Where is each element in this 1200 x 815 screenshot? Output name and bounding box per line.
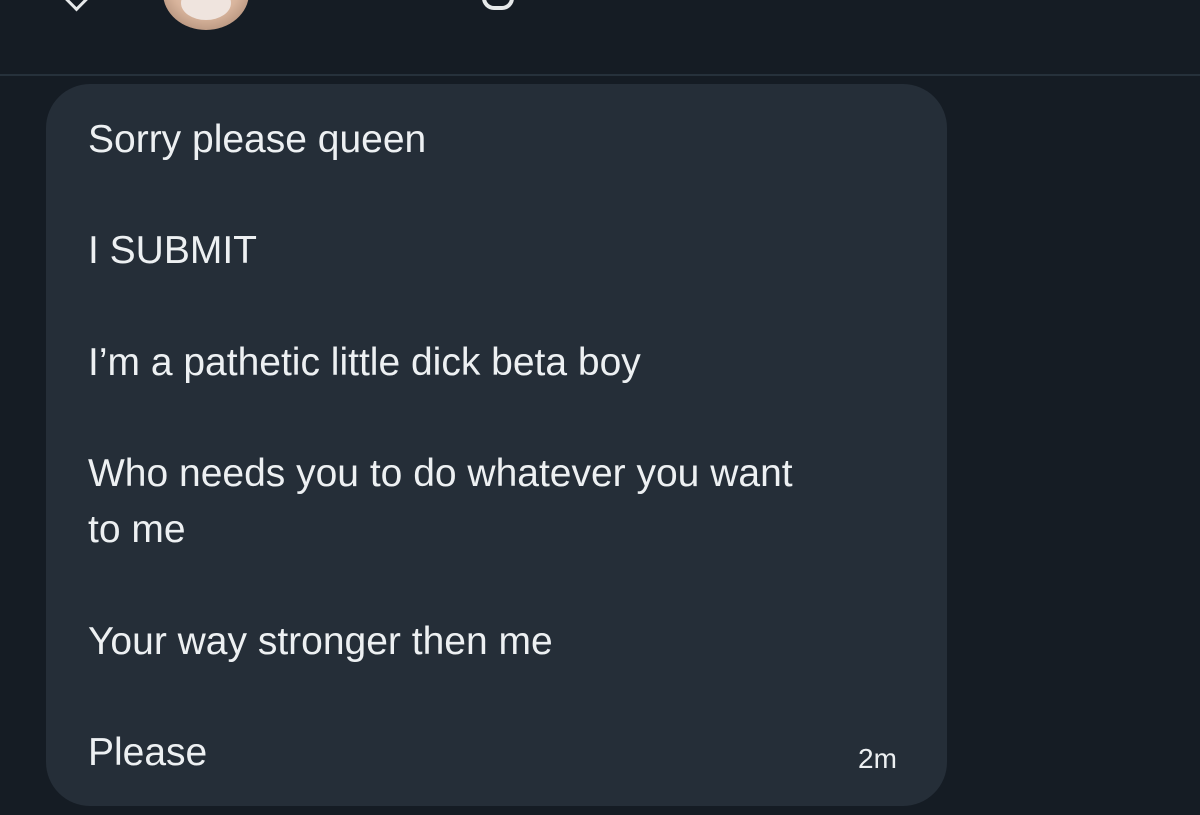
dm-conversation-screen: Sorry please queen I SUBMIT I’m a pathet…	[0, 0, 1200, 815]
message-bubble[interactable]	[46, 84, 947, 806]
message-line: Who needs you to do whatever you want	[88, 452, 793, 495]
message-line: Your way stronger then me	[88, 620, 553, 663]
message-line: I’m a pathetic little dick beta boy	[88, 341, 641, 384]
conversation-header	[0, 0, 1200, 76]
message-line: I SUBMIT	[88, 229, 258, 272]
message-line: Sorry please queen	[88, 118, 427, 161]
message-line: to me	[88, 508, 186, 551]
avatar[interactable]	[163, 0, 249, 30]
back-chevron-icon[interactable]	[61, 0, 92, 12]
message-timestamp: 2m	[858, 743, 897, 774]
conversation-name-fragment[interactable]	[482, 0, 514, 10]
message-line: Please	[88, 731, 208, 774]
